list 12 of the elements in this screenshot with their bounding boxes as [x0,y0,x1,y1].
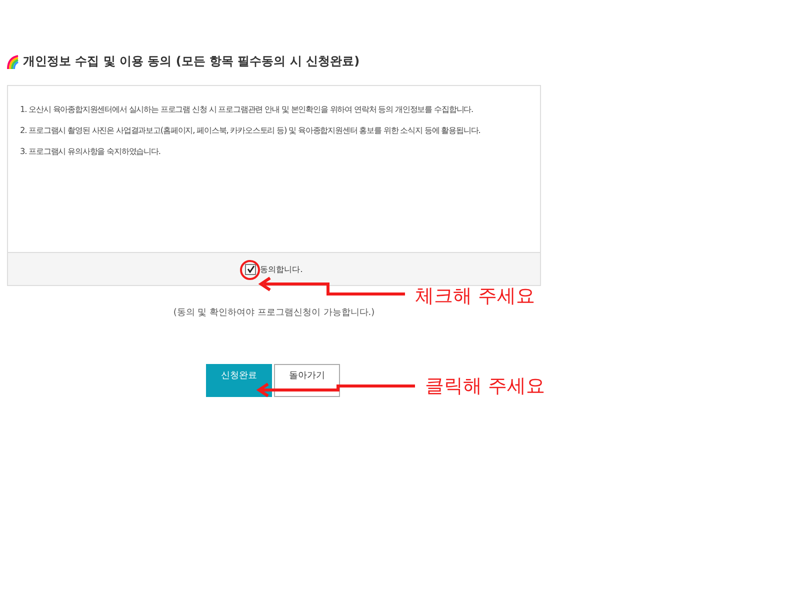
terms-line: 3. 프로그램시 유의사항을 숙지하였습니다. [20,146,160,157]
rainbow-icon [7,54,19,68]
annotation-text: 클릭해 주세요 [425,374,546,399]
notice-text: (동의 및 확인하여야 프로그램신청이 가능합니다.) [172,307,376,319]
agree-checkbox[interactable] [245,264,256,274]
annotation-text: 체크해 주세요 [415,284,536,309]
agree-label: 동의합니다. [260,264,303,274]
back-button[interactable]: 돌아가기 [274,364,340,397]
terms-line: 2. 프로그램시 촬영된 사진은 사업결과보고(홈페이지, 페이스북, 카카오스토리 등) 및 육아종합지원센터 홍보를 위한 소식지 등에 활용됩니다. [20,125,480,136]
terms-line: 1. 오산시 육아종합지원센터에서 실시하는 프로그램 신청 시 프로그램관련 안내 및 본인확인을 위하여 연락처 등의 개인정보를 수집합니다. [20,104,474,115]
highlight-circle [240,260,260,280]
section-heading: 개인정보 수집 및 이용 동의 (모든 항목 필수동의 시 신청완료) [23,53,360,70]
